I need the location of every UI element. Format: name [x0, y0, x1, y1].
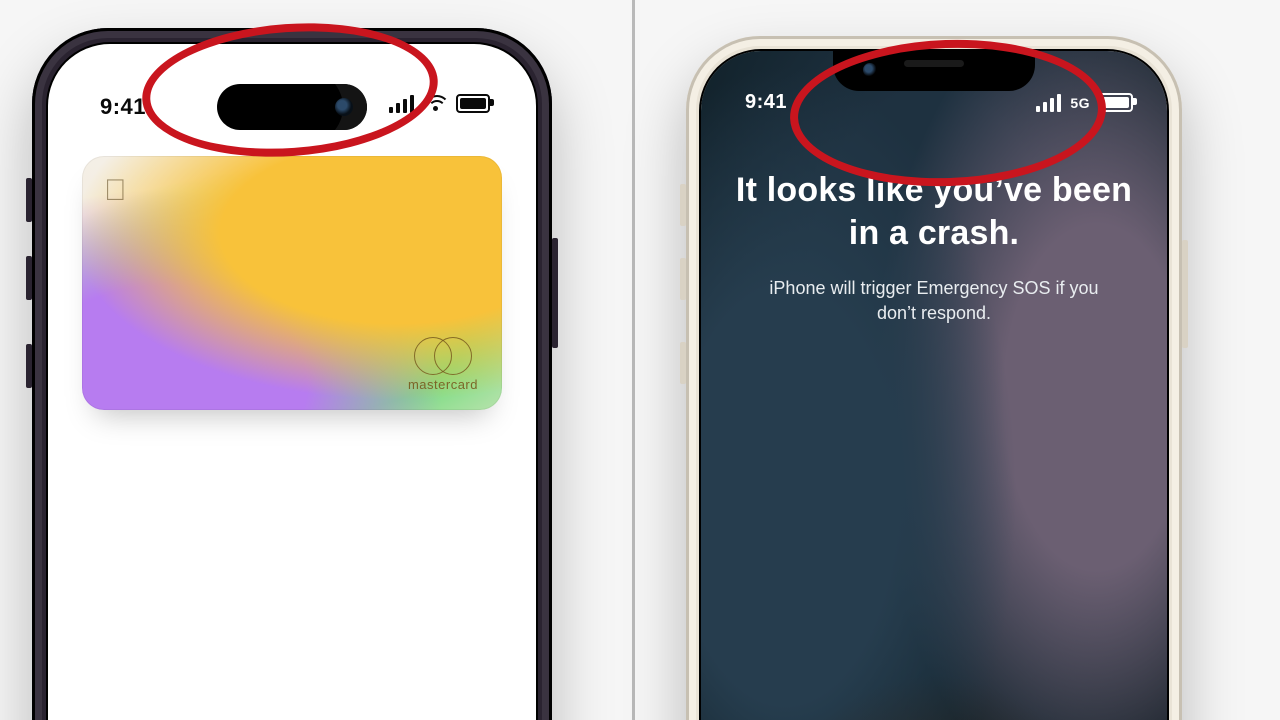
front-camera-icon: [335, 98, 353, 116]
phone-left-frame: 9:41  mastercard: [32, 28, 552, 720]
status-right-cluster: 5G: [1036, 93, 1133, 112]
status-right-cluster: [389, 94, 490, 113]
panel-divider: [632, 0, 635, 720]
crash-detection-message: It looks like you’ve been in a crash. iP…: [701, 169, 1167, 326]
battery-icon: [1099, 93, 1133, 112]
comparison-stage: 9:41  mastercard: [0, 0, 1280, 720]
phone-right-frame: 9:41 5G It looks like you’ve been in a c…: [686, 36, 1182, 720]
dynamic-island: [217, 84, 367, 130]
crash-headline: It looks like you’ve been in a crash.: [729, 169, 1139, 254]
status-bar: 9:41 5G: [701, 83, 1167, 127]
network-type-label: 5G: [1070, 95, 1090, 111]
battery-icon: [456, 94, 490, 113]
crash-subline: iPhone will trigger Emergency SOS if you…: [754, 276, 1114, 326]
phone-left-screen: 9:41  mastercard: [48, 44, 536, 720]
status-time: 9:41: [745, 91, 787, 114]
cellular-bars-icon: [1036, 94, 1061, 112]
apple-logo-icon: : [104, 174, 127, 208]
front-camera-icon: [863, 63, 877, 77]
card-brand-mark: mastercard: [408, 337, 478, 392]
phone-right-screen: 9:41 5G It looks like you’ve been in a c…: [701, 51, 1167, 720]
cellular-bars-icon: [389, 95, 414, 113]
status-time: 9:41: [100, 94, 146, 120]
mastercard-rings-icon: [414, 337, 472, 373]
card-brand-label: mastercard: [408, 377, 478, 392]
earpiece-speaker-icon: [904, 60, 964, 67]
wifi-icon: [424, 95, 446, 113]
apple-card:  mastercard: [82, 156, 502, 410]
